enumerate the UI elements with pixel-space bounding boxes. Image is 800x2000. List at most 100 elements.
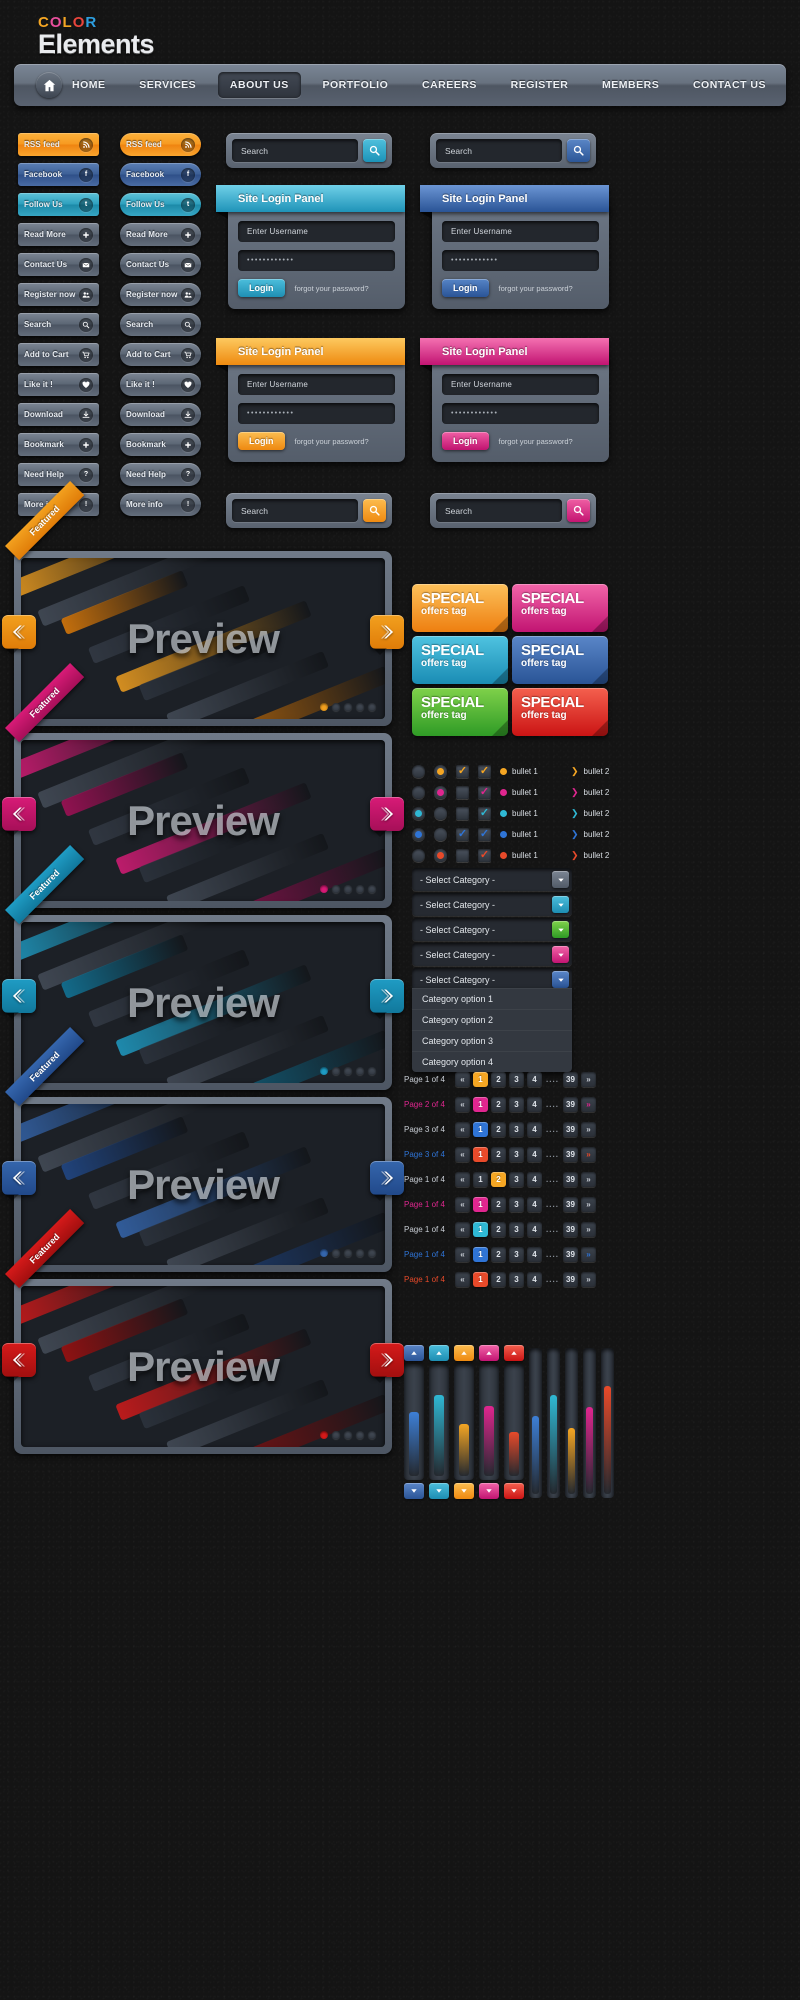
chevron-up-icon[interactable] [404,1345,424,1361]
pagination-page[interactable]: 39 [563,1071,578,1087]
button-bookmark[interactable]: Bookmark [120,433,201,456]
preview-dot[interactable] [332,1431,340,1439]
search-icon[interactable] [567,499,590,522]
slider-track[interactable] [454,1364,474,1480]
button-more-info[interactable]: More info! [120,493,201,516]
pagination-page[interactable]: 1 [473,1271,488,1287]
button-download[interactable]: Download [18,403,99,426]
pagination-page[interactable]: 2 [491,1221,506,1237]
vertical-slider[interactable] [529,1345,542,1501]
search-input[interactable]: Search [436,139,562,162]
radio-button[interactable] [412,807,425,820]
preview-prev-arrow[interactable] [2,615,36,655]
pagination-page[interactable]: 2 [491,1121,506,1137]
pagination-page[interactable]: 2 [491,1096,506,1112]
slider-track[interactable] [504,1364,524,1480]
pagination-next[interactable]: » [581,1271,596,1287]
pagination-page[interactable]: .... [545,1097,560,1112]
radio-button-selected[interactable] [434,765,447,778]
pagination-prev[interactable]: « [455,1271,470,1287]
pagination-prev[interactable]: « [455,1171,470,1187]
pagination-page[interactable]: 39 [563,1196,578,1212]
checkbox[interactable] [456,849,469,862]
search-icon[interactable] [363,499,386,522]
search-bar[interactable]: Search [430,133,596,168]
chevron-up-icon[interactable] [504,1345,524,1361]
home-icon[interactable] [36,72,62,98]
chevron-up-icon[interactable] [454,1345,474,1361]
pagination-next[interactable]: » [581,1246,596,1262]
pagination-page[interactable]: .... [545,1072,560,1087]
pagination-page[interactable]: 3 [509,1146,524,1162]
button-contact-us[interactable]: Contact Us [18,253,99,276]
radio-button-selected[interactable] [434,807,447,820]
vertical-slider[interactable] [504,1345,524,1501]
preview-dot[interactable] [344,703,352,711]
vertical-slider[interactable] [429,1345,449,1501]
pagination-page[interactable]: 2 [491,1146,506,1162]
chevron-up-icon[interactable] [429,1345,449,1361]
preview-next-arrow[interactable] [370,615,404,655]
preview-dot[interactable] [320,1431,328,1439]
preview-dot[interactable] [356,1431,364,1439]
pagination-next[interactable]: » [581,1146,596,1162]
forgot-password-link[interactable]: forgot your password? [295,284,369,293]
pagination-page[interactable]: 4 [527,1171,542,1187]
button-rss-feed[interactable]: RSS feed [120,133,201,156]
pagination-page[interactable]: 39 [563,1121,578,1137]
login-button[interactable]: Login [442,279,489,297]
button-contact-us[interactable]: Contact Us [120,253,201,276]
special-offer-tag[interactable]: SPECIAL offers tag [512,688,608,736]
chevron-down-icon[interactable] [552,896,569,913]
special-offer-tag[interactable]: SPECIAL offers tag [512,636,608,684]
radio-button-selected[interactable] [434,828,447,841]
preview-dot[interactable] [344,1431,352,1439]
button-register-now[interactable]: Register now [120,283,201,306]
vertical-slider[interactable] [547,1345,560,1501]
slider-track[interactable] [404,1364,424,1480]
vertical-slider[interactable] [479,1345,499,1501]
preview-dot[interactable] [332,1249,340,1257]
checkbox[interactable] [456,807,469,820]
special-offer-tag[interactable]: SPECIAL offers tag [412,688,508,736]
vertical-slider[interactable] [565,1345,578,1501]
chevron-down-icon[interactable] [429,1483,449,1499]
pagination-page[interactable]: 3 [509,1071,524,1087]
preview-dot[interactable] [356,703,364,711]
select-category[interactable]: - Select Category - [412,943,572,966]
pagination-page[interactable]: 4 [527,1096,542,1112]
login-button[interactable]: Login [238,279,285,297]
username-field[interactable]: Enter Username [238,221,395,242]
pagination-page[interactable]: 2 [491,1196,506,1212]
pagination-prev[interactable]: « [455,1196,470,1212]
pagination-page[interactable]: 1 [473,1096,488,1112]
pagination-page[interactable]: 4 [527,1121,542,1137]
login-button[interactable]: Login [238,432,285,450]
chevron-down-icon[interactable] [504,1483,524,1499]
pagination-page[interactable]: 2 [491,1171,506,1187]
preview-next-arrow[interactable] [370,979,404,1019]
search-bar[interactable]: Search [226,493,392,528]
password-field[interactable]: •••••••••••• [238,250,395,271]
pagination-page[interactable]: .... [545,1147,560,1162]
checkbox-checked[interactable]: ✓ [478,765,491,778]
forgot-password-link[interactable]: forgot your password? [295,437,369,446]
pagination-page[interactable]: 2 [491,1271,506,1287]
pagination-page[interactable]: 3 [509,1171,524,1187]
checkbox[interactable]: ✓ [456,765,469,778]
pagination-page[interactable]: 39 [563,1171,578,1187]
dropdown-option[interactable]: Category option 1 [412,988,572,1009]
pagination-prev[interactable]: « [455,1221,470,1237]
pagination-page[interactable]: 39 [563,1096,578,1112]
pagination-page[interactable]: 39 [563,1146,578,1162]
nav-item-home[interactable]: HOME [68,72,118,98]
forgot-password-link[interactable]: forgot your password? [499,284,573,293]
button-need-help[interactable]: Need Help? [18,463,99,486]
button-add-to-cart[interactable]: Add to Cart [120,343,201,366]
preview-dot[interactable] [320,885,328,893]
preview-dot[interactable] [356,885,364,893]
pagination-page[interactable]: 2 [491,1246,506,1262]
search-icon[interactable] [363,139,386,162]
pagination-page[interactable]: 39 [563,1271,578,1287]
vertical-slider[interactable] [601,1345,614,1501]
